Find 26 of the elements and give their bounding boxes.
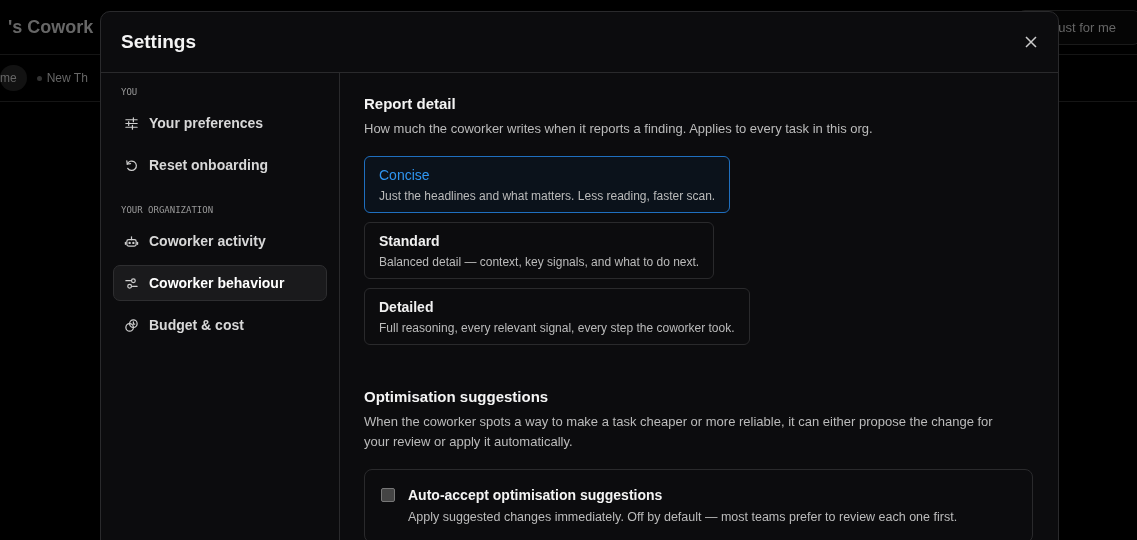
tab[interactable]: New Th [36,65,88,91]
robot-icon [124,233,139,249]
section-heading: YOU [121,87,138,97]
close-icon[interactable] [1024,35,1038,49]
option-card[interactable]: Detailed Full reasoning, every relevant signal, every step the coworker took. [364,288,750,345]
option-card[interactable]: Standard Balanced detail — context, key signals, and what to do next. [364,222,715,279]
sidebar-item[interactable]: Your preferences [113,105,327,141]
checkbox[interactable] [381,488,395,502]
section-title: Optimisation suggestions [364,388,549,405]
page-title: 's Cowork [8,16,94,38]
setting-description: Apply suggested changes immediately. Off by default — most teams prefer to review each one first. [408,510,958,524]
section-description: When the coworker spots a way to make a task cheaper or more reliable, it can either propose the change for your review or apply it automatically. [364,413,994,451]
dialog-title: Settings [121,31,196,53]
section-title: Report detail [364,95,456,112]
setting-label: Auto-accept optimisation suggestions [408,487,664,503]
section-heading: YOUR ORGANIZATION [121,205,214,215]
coins-icon [124,317,139,333]
sliders-icon [124,115,139,131]
option-card[interactable]: Concise Just the headlines and what matters. Less reading, faster scan. [364,156,731,213]
sidebar-item[interactable]: Reset onboarding [113,147,327,183]
toggles-icon [124,275,139,291]
reset-icon [124,157,139,173]
sidebar-item[interactable]: Budget & cost [113,307,327,343]
section-description: How much the coworker writes when it reports a finding. Applies to every task in this org. [364,120,873,138]
sidebar-item[interactable]: Coworker activity [113,223,327,259]
sidebar-item[interactable]: Coworker behaviour [113,265,327,301]
